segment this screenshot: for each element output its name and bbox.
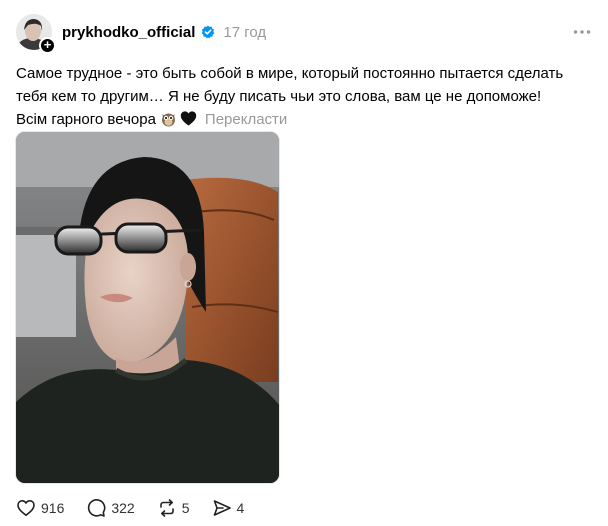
author-avatar[interactable]: + xyxy=(16,14,56,54)
black-heart-emoji-icon xyxy=(180,110,197,127)
repost-icon xyxy=(159,499,174,517)
send-icon xyxy=(213,500,231,516)
post-actions: 916 322 5 4 xyxy=(16,497,266,519)
follow-plus-icon[interactable]: + xyxy=(39,37,56,54)
comment-button[interactable]: 322 xyxy=(86,498,135,518)
like-count: 916 xyxy=(41,500,65,516)
more-icon[interactable] xyxy=(572,22,592,42)
caption-line-last: Всім гарного вечора Перекласти xyxy=(16,108,586,131)
caption-line: тебя кем то другим… Я не буду писать чьи… xyxy=(16,88,542,105)
author-username[interactable]: prykhodko_official xyxy=(62,24,195,41)
heart-icon xyxy=(17,500,35,516)
repost-count: 5 xyxy=(181,500,190,516)
owl-emoji-icon xyxy=(160,110,177,127)
selfie-image xyxy=(16,132,279,483)
verified-icon xyxy=(201,25,215,39)
like-button[interactable]: 916 xyxy=(16,498,64,518)
caption-text: Всім гарного вечора xyxy=(16,111,156,128)
translate-link[interactable]: Перекласти xyxy=(205,111,287,128)
share-count: 4 xyxy=(236,500,245,516)
thread-post: + prykhodko_official 17 год Самое трудно… xyxy=(0,0,608,526)
post-photo[interactable] xyxy=(15,131,280,484)
comment-count: 322 xyxy=(111,500,135,516)
share-button[interactable]: 4 xyxy=(212,498,245,518)
repost-button[interactable]: 5 xyxy=(157,498,190,518)
post-caption: Самое трудное - это быть собой в мире, к… xyxy=(16,62,586,131)
post-header: prykhodko_official 17 год xyxy=(62,22,266,42)
caption-line: Самое трудное - это быть собой в мире, к… xyxy=(16,65,564,82)
comment-icon xyxy=(88,499,106,517)
post-timestamp: 17 год xyxy=(223,23,267,41)
